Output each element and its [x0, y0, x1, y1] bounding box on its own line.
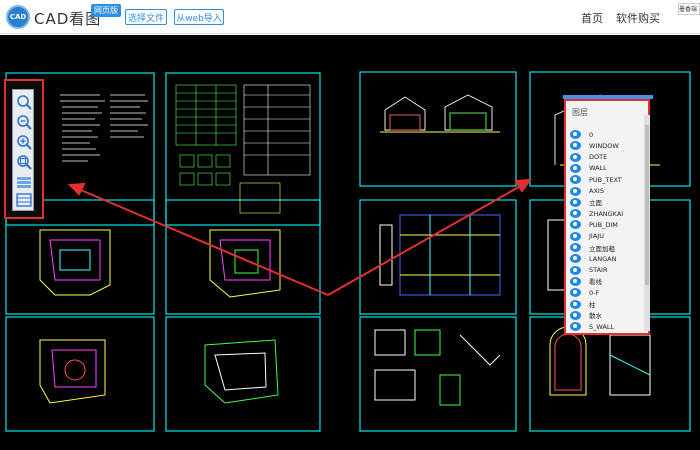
- eye-icon[interactable]: [570, 254, 581, 264]
- detail-sheet: [374, 326, 651, 406]
- annotation-arrows: [67, 178, 533, 296]
- zoom-in-icon[interactable]: [15, 134, 33, 150]
- eye-icon[interactable]: [570, 299, 581, 309]
- layer-name: 散水: [589, 312, 602, 321]
- nav-software-buy[interactable]: 软件购买: [616, 10, 660, 26]
- layout-icon[interactable]: [15, 192, 33, 208]
- layer-item[interactable]: ZHANGKAI: [570, 208, 642, 219]
- table-sheet: [175, 84, 311, 214]
- eye-icon[interactable]: [570, 141, 581, 151]
- layer-name: 看线: [589, 278, 602, 287]
- layer-item[interactable]: 0: [570, 129, 642, 140]
- logo: CAD: [6, 5, 30, 29]
- cad-canvas[interactable]: 图层 0 WINDOW DOTE WALL PUB_TEXT AXIS 立面 ZHANGKAI…: [0, 35, 700, 450]
- layer-item[interactable]: 0-F: [570, 287, 642, 298]
- layer-panel-title: 图层: [572, 108, 588, 117]
- zoom-toolbar-inner: [12, 89, 34, 211]
- layer-item[interactable]: WALL: [570, 163, 642, 174]
- layer-item[interactable]: 柱: [570, 299, 642, 310]
- eye-icon[interactable]: [570, 186, 581, 196]
- web-import-button[interactable]: 从web导入: [174, 9, 224, 25]
- eye-icon[interactable]: [570, 243, 581, 252]
- layer-item[interactable]: S_WALL: [570, 321, 642, 332]
- layer-item[interactable]: AXIS: [570, 186, 642, 197]
- layer-item[interactable]: PUB_DIM: [570, 219, 642, 230]
- zoom-extents-icon[interactable]: [15, 154, 33, 170]
- layer-name: DOTE: [589, 153, 608, 162]
- layer-name: 立面: [589, 199, 602, 208]
- layer-item[interactable]: 立面加粗: [570, 242, 642, 253]
- eye-icon[interactable]: [570, 231, 581, 241]
- layer-item[interactable]: 立面: [570, 197, 642, 208]
- layers-icon[interactable]: [15, 174, 33, 190]
- layer-name: WINDOW: [589, 141, 619, 150]
- layer-panel: 图层 0 WINDOW DOTE WALL PUB_TEXT AXIS 立面 ZHANGKAI…: [564, 99, 650, 335]
- eye-icon[interactable]: [570, 130, 581, 139]
- app-header: CAD CAD看图 网页版 选择文件 从web导入 首页 软件购买 墨香端: [0, 0, 700, 34]
- eye-icon[interactable]: [570, 175, 581, 185]
- nav-home[interactable]: 首页: [581, 10, 603, 26]
- eye-icon[interactable]: [570, 265, 581, 275]
- zoom-window-icon[interactable]: [15, 94, 33, 110]
- eye-icon[interactable]: [570, 322, 581, 332]
- layer-name: 0-F: [589, 288, 600, 297]
- layer-name: PUB_TEXT: [589, 175, 622, 184]
- layer-item[interactable]: 看线: [570, 276, 642, 287]
- layer-name: WALL: [589, 164, 607, 173]
- layer-item[interactable]: STAIR: [570, 265, 642, 276]
- layer-name: STAIR: [589, 266, 608, 275]
- layer-name: 立面加粗: [589, 244, 615, 253]
- layer-name: JIAJU: [589, 232, 604, 241]
- eye-icon[interactable]: [570, 163, 581, 173]
- select-file-button[interactable]: 选择文件: [125, 9, 167, 25]
- eye-icon[interactable]: [570, 276, 581, 286]
- eye-icon[interactable]: [570, 220, 581, 230]
- layer-name: AXIS: [589, 187, 604, 195]
- layer-item[interactable]: LANGAN: [570, 253, 642, 264]
- eye-icon[interactable]: [570, 310, 581, 320]
- layer-name: PUB_DIM: [589, 220, 618, 229]
- layer-name: 柱: [589, 301, 596, 309]
- layer-item[interactable]: WINDOW: [570, 140, 642, 151]
- logo-text: CAD: [9, 13, 27, 21]
- web-version-badge: 网页版: [91, 4, 121, 17]
- layer-name: S_WALL: [589, 322, 615, 331]
- layer-name: 0: [589, 130, 594, 139]
- layer-item[interactable]: 散水: [570, 310, 642, 321]
- eye-icon[interactable]: [570, 152, 581, 162]
- layer-item[interactable]: DOTE: [570, 152, 642, 163]
- layer-name: LANGAN: [589, 254, 617, 263]
- layer-item[interactable]: JIAJU: [570, 231, 642, 242]
- mini-tab[interactable]: 墨香端: [678, 3, 700, 15]
- zoom-out-icon[interactable]: [15, 114, 33, 130]
- notes-sheet: [60, 94, 148, 162]
- layer-scrollbar-thumb[interactable]: [645, 125, 649, 285]
- eye-icon[interactable]: [570, 209, 581, 219]
- eye-icon[interactable]: [570, 288, 581, 298]
- layer-scrollbar[interactable]: [644, 115, 650, 331]
- eye-icon[interactable]: [570, 197, 581, 207]
- layer-name: ZHANGKAI: [589, 209, 624, 218]
- layer-item[interactable]: PUB_TEXT: [570, 174, 642, 185]
- zoom-toolbar: [4, 79, 44, 219]
